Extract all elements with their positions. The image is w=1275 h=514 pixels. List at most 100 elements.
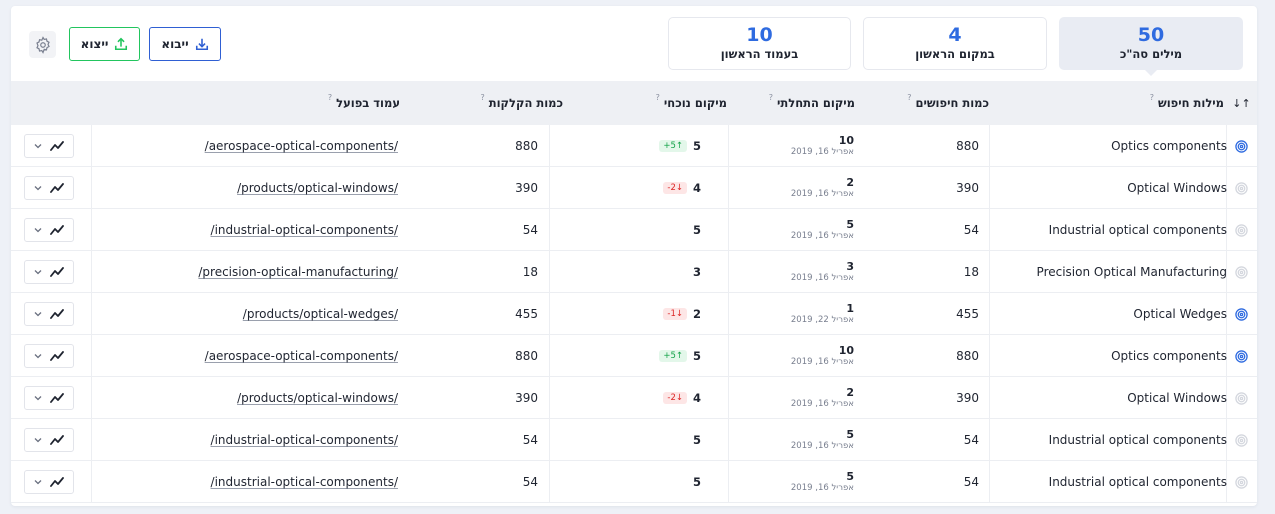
row-actions [24,251,74,293]
column-keyword[interactable]: מילות חיפוש ? [1150,81,1224,125]
row-actions-box[interactable] [24,176,74,200]
clicks-cell: 455 [466,293,538,335]
row-actions [24,419,74,461]
import-button[interactable]: ייבוא [149,27,221,61]
target-icon [1235,223,1248,237]
target-icon [1235,475,1248,489]
chevron-down-icon[interactable] [34,479,42,485]
table-header: ↓↑ מילות חיפוש ? כמות חיפושים ? מיקום הת… [11,81,1257,125]
column-page[interactable]: עמוד בפועל ? [328,81,400,125]
column-current-position[interactable]: מיקום נוכחי ? [656,81,727,125]
chevron-down-icon[interactable] [34,311,42,317]
page-link[interactable]: /products/optical-wedges/ [111,293,398,335]
trend-line-icon[interactable] [50,435,64,445]
row-actions-box[interactable] [24,218,74,242]
row-actions-box[interactable] [24,428,74,452]
start-date: אפריל 16, 2019 [790,398,854,409]
clicks-value: 54 [522,433,538,447]
column-start-position[interactable]: מיקום התחלתי ? [769,81,855,125]
trend-line-icon[interactable] [50,183,64,193]
chevron-down-icon[interactable] [34,437,42,443]
position-change-badge: -1↓ [663,308,687,320]
row-actions [24,209,74,251]
start-position-value: 5 [846,427,854,441]
track-target-cell[interactable] [1226,251,1257,293]
trend-line-icon[interactable] [50,225,64,235]
page-link[interactable]: /industrial-optical-components/ [111,461,398,503]
page-link[interactable]: /precision-optical-manufacturing/ [111,251,398,293]
volume-value: 54 [963,475,979,489]
trend-line-icon[interactable] [50,267,64,277]
chevron-down-icon[interactable] [34,269,42,275]
page-url: /products/optical-windows/ [237,391,398,405]
keyword-cell: Optical Wedges [967,293,1227,335]
column-clicks[interactable]: כמות הקלקות ? [481,81,564,125]
keyword-text: Industrial optical components [1048,223,1227,237]
help-icon[interactable]: ? [769,93,773,102]
row-actions [24,293,74,335]
page-url: /products/optical-windows/ [237,181,398,195]
trend-line-icon[interactable] [50,309,64,319]
volume-cell: 455 [907,293,979,335]
volume-cell: 54 [907,461,979,503]
trend-line-icon[interactable] [50,477,64,487]
row-actions-box[interactable] [24,470,74,494]
track-target-cell[interactable] [1226,293,1257,335]
help-icon[interactable]: ? [1150,93,1154,102]
stat-first-place[interactable]: 4 במקום הראשון [863,17,1047,70]
row-actions-box[interactable] [24,302,74,326]
keyword-text: Optical Windows [1127,391,1227,405]
track-target-cell[interactable] [1226,125,1257,167]
chevron-down-icon[interactable] [34,353,42,359]
page-url: /industrial-optical-components/ [210,475,398,489]
track-target-cell[interactable] [1226,335,1257,377]
row-actions [24,377,74,419]
clicks-cell: 54 [466,419,538,461]
row-actions-box[interactable] [24,260,74,284]
chevron-down-icon[interactable] [34,227,42,233]
stat-label: מילים סה"כ [1119,47,1183,61]
row-actions-box[interactable] [24,134,74,158]
chevron-down-icon[interactable] [34,185,42,191]
page-link[interactable]: /products/optical-windows/ [111,377,398,419]
column-label: מילות חיפוש [1158,96,1224,110]
track-target-cell[interactable] [1226,377,1257,419]
keywords-panel: ייצוא ייבוא 10 בעמוד הראשון 4 במקום הראש… [11,6,1257,506]
stat-first-page[interactable]: 10 בעמוד הראשון [668,17,851,70]
clicks-cell: 54 [466,461,538,503]
page-link[interactable]: /aerospace-optical-components/ [111,125,398,167]
help-icon[interactable]: ? [481,93,485,102]
trend-line-icon[interactable] [50,141,64,151]
chevron-down-icon[interactable] [34,143,42,149]
track-target-cell[interactable] [1226,167,1257,209]
trend-line-icon[interactable] [50,351,64,361]
page-link[interactable]: /products/optical-windows/ [111,167,398,209]
current-position-cell: 3 [611,251,701,293]
help-icon[interactable]: ? [328,93,332,102]
table-row: Optical Windows 390 2 אפריל 16, 2019 -2↓… [11,377,1257,419]
help-icon[interactable]: ? [656,93,660,102]
clicks-cell: 54 [466,209,538,251]
track-target-cell[interactable] [1226,209,1257,251]
row-actions-box[interactable] [24,386,74,410]
volume-cell: 18 [907,251,979,293]
chevron-down-icon[interactable] [34,395,42,401]
track-target-cell[interactable] [1226,461,1257,503]
stat-total-keywords[interactable]: 50 מילים סה"כ [1059,17,1243,76]
help-icon[interactable]: ? [907,93,911,102]
sort-button[interactable]: ↓↑ [1226,81,1257,125]
export-button[interactable]: ייצוא [69,27,140,61]
settings-button[interactable] [29,31,56,58]
page-link[interactable]: /industrial-optical-components/ [111,209,398,251]
upload-icon [115,37,128,51]
table-body: Optics components 880 10 אפריל 16, 2019 … [11,125,1257,503]
start-date: אפריל 22, 2019 [790,314,854,325]
track-target-cell[interactable] [1226,419,1257,461]
column-volume[interactable]: כמות חיפושים ? [907,81,989,125]
page-link[interactable]: /aerospace-optical-components/ [111,335,398,377]
page-url: /industrial-optical-components/ [210,433,398,447]
trend-line-icon[interactable] [50,393,64,403]
row-actions-box[interactable] [24,344,74,368]
volume-cell: 54 [907,209,979,251]
page-link[interactable]: /industrial-optical-components/ [111,419,398,461]
